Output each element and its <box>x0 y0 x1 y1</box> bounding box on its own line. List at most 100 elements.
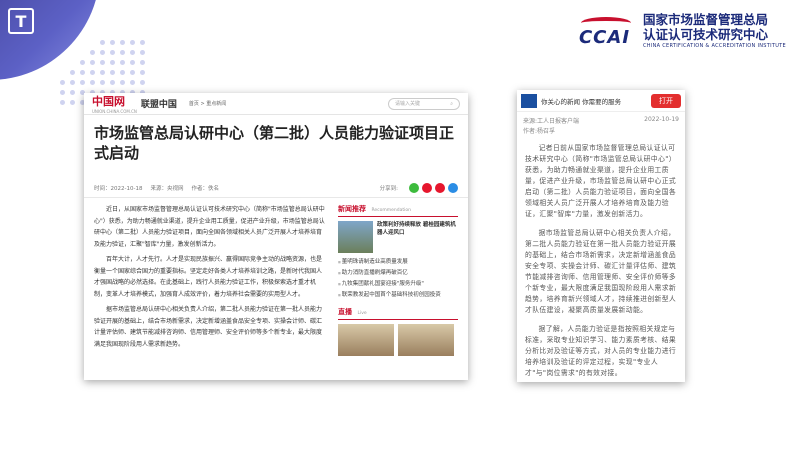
featured-caption[interactable]: 政策利好持续释放 碧桂园建筑机器人迎风口 <box>377 221 458 253</box>
live-title-en: Live <box>357 311 367 316</box>
brand-name-line1: 国家市场监督管理总局 <box>642 12 768 27</box>
dot <box>140 80 145 85</box>
dot <box>140 70 145 75</box>
site-logo-text: 中国网 <box>92 95 125 108</box>
share-label: 分享到: <box>379 186 398 192</box>
dot <box>90 80 95 85</box>
dot <box>130 60 135 65</box>
app-tagline: 你关心的新闻 你需要的服务 <box>541 97 622 106</box>
weibo-icon[interactable] <box>422 183 432 193</box>
live-header: 直播 Live <box>338 307 458 320</box>
brand-text: 国家市场监督管理总局 认证认可技术研究中心 CHINA CERTIFICATIO… <box>643 12 786 50</box>
share-icon[interactable] <box>435 183 445 193</box>
article-screenshot-web: 中国网 UNION.CHINA.COM.CN 联盟中国 首页 > 重点新闻 请输… <box>84 93 468 380</box>
dot <box>110 40 115 45</box>
dot <box>100 40 105 45</box>
paragraph: 记者日前从国家市场监督管理总局认证认可技术研究中心（简称"市场监管总局认研中心"… <box>525 144 677 218</box>
article-meta: 来源:工人日报客户端 2022-10-19 <box>517 112 685 125</box>
paragraph: 百年大计，人才先行。人才是实现民族振兴、赢得国际竞争主动的战略资源，也是衡量一个… <box>94 256 323 298</box>
live-thumbnails <box>338 324 458 356</box>
wechat-icon[interactable] <box>409 183 419 193</box>
dot <box>90 70 95 75</box>
live-thumbnail[interactable] <box>398 324 454 356</box>
article-source: 来源：央视网 <box>150 186 184 192</box>
breadcrumb[interactable]: 首页 > 重点新闻 <box>189 100 226 107</box>
article-body: 记者日前从国家市场监督管理总局认证认可技术研究中心（简称"市场监管总局认研中心"… <box>517 139 685 382</box>
article-time: 时间：2022-10-18 <box>94 186 143 192</box>
dot <box>120 80 125 85</box>
dot <box>110 50 115 55</box>
dot <box>130 40 135 45</box>
recommend-title-en: Recommendation <box>371 208 411 213</box>
featured-image[interactable] <box>338 221 374 253</box>
live-thumbnail[interactable] <box>338 324 394 356</box>
app-banner: 你关心的新闻 你需要的服务 打开 <box>517 90 685 112</box>
article-source: 来源:工人日报客户端 <box>523 118 580 125</box>
dot <box>120 60 125 65</box>
dot <box>80 60 85 65</box>
dot <box>80 70 85 75</box>
site-logo-sub: UNION.CHINA.COM.CN <box>92 109 137 114</box>
dot <box>100 80 105 85</box>
article-screenshot-mobile: 你关心的新闻 你需要的服务 打开 来源:工人日报客户端 2022-10-19 作… <box>517 90 685 382</box>
dot <box>130 50 135 55</box>
article-title: 市场监管总局认研中心（第二批）人员能力验证项目正式启动 <box>94 124 455 162</box>
article-date: 2022-10-19 <box>644 116 679 123</box>
article-author: 作者:杨召孚 <box>523 128 556 135</box>
article-body: 近日，从国家市场监督管理总局认证认可技术研究中心（简称"市场监管总局认研中心"）… <box>84 198 468 362</box>
paragraph: 据市场监管总局认研中心相关负责人介绍，第二批人员能力验证在第一批人员能力验证开展… <box>94 306 323 348</box>
dot <box>90 50 95 55</box>
dot <box>100 70 105 75</box>
search-placeholder: 请输入关键 <box>395 101 421 107</box>
dot <box>140 50 145 55</box>
list-item[interactable]: 九牧集团献礼国宴迎接"服务升级" <box>338 279 458 290</box>
qq-icon[interactable] <box>448 183 458 193</box>
dot <box>70 80 75 85</box>
dot <box>60 90 65 95</box>
dot <box>80 80 85 85</box>
open-app-button[interactable]: 打开 <box>651 93 681 108</box>
dot <box>100 50 105 55</box>
dot <box>130 70 135 75</box>
sidebar-recommendations: 新闻推荐 Recommendation 政策利好持续释放 碧桂园建筑机器人迎风口… <box>338 204 458 356</box>
paragraph: 据了解，人员能力验证是指按照相关规定与标准，采取专业知识学习、能力素质考核、结果… <box>525 325 677 377</box>
dot <box>90 60 95 65</box>
list-item[interactable]: 联荣教发起中国首个基础科技初创园投资 <box>338 290 458 301</box>
ccai-brand: CCAI 国家市场监督管理总局 认证认可技术研究中心 CHINA CERTIFI… <box>579 12 786 50</box>
share-bar: 分享到: <box>380 183 458 193</box>
dot <box>70 70 75 75</box>
site-name: 联盟中国 <box>140 100 177 110</box>
app-logo-icon <box>521 93 537 108</box>
featured-news[interactable]: 政策利好持续释放 碧桂园建筑机器人迎风口 <box>338 221 458 253</box>
dot <box>70 100 75 105</box>
ccai-logo: CCAI <box>578 15 637 48</box>
paragraph: 据市场监管总局认研中心相关负责人介绍，第二批人员能力验证在第一批人员能力验证开展… <box>525 229 677 314</box>
dot <box>140 40 145 45</box>
search-input[interactable]: 请输入关键 ⌕ <box>388 97 460 110</box>
brand-name-line2: 认证认可技术研究中心 <box>642 27 768 42</box>
logo-text: CCAI <box>578 27 631 48</box>
article-text: 近日，从国家市场监督管理总局认证认可技术研究中心（简称"市场监管总局认研中心"）… <box>94 204 326 356</box>
recommend-title: 新闻推荐 <box>338 205 366 213</box>
site-header: 中国网 UNION.CHINA.COM.CN 联盟中国 首页 > 重点新闻 请输… <box>84 93 468 115</box>
dot <box>70 90 75 95</box>
dot <box>140 60 145 65</box>
dot <box>120 40 125 45</box>
dot <box>130 80 135 85</box>
dot <box>110 70 115 75</box>
dot <box>120 70 125 75</box>
article-author: 作者：佚名 <box>191 186 219 192</box>
paragraph: 近日，从国家市场监督管理总局认证认可技术研究中心（简称"市场监管总局认研中心"）… <box>94 206 325 248</box>
search-icon[interactable]: ⌕ <box>450 101 453 107</box>
article-meta: 时间：2022-10-18 来源：央视网 作者：佚名 分享到: <box>84 163 468 198</box>
list-item[interactable]: 助力消防直播刷爆再破百亿 <box>338 268 458 279</box>
t-letter-icon: T <box>8 8 34 34</box>
dot <box>120 50 125 55</box>
dot <box>60 100 65 105</box>
list-item[interactable]: 董明珠请制造业高质量发展 <box>338 257 458 268</box>
brand-name-en: CHINA CERTIFICATION & ACCREDITATION INST… <box>642 43 786 49</box>
site-logo[interactable]: 中国网 UNION.CHINA.COM.CN <box>92 93 137 114</box>
dot <box>60 80 65 85</box>
dot <box>100 60 105 65</box>
live-title: 直播 <box>338 308 352 316</box>
